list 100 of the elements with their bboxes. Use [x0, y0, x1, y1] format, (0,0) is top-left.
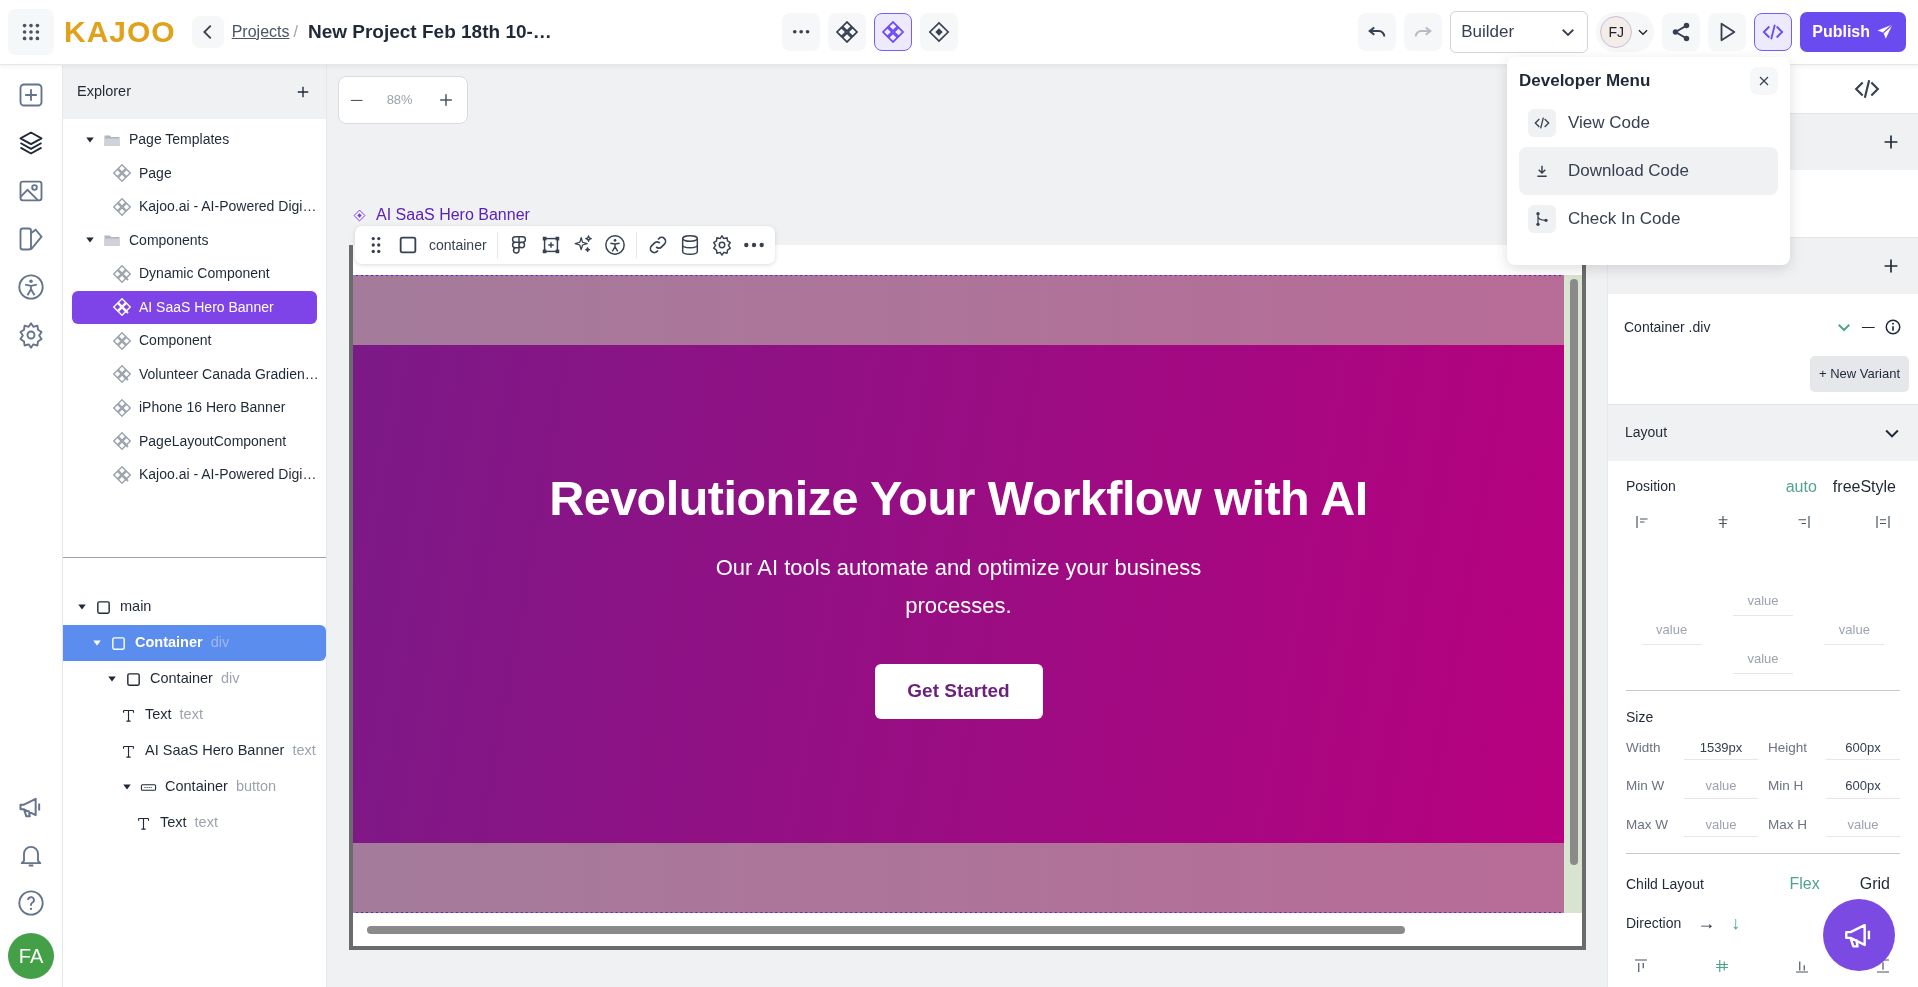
settings-icon[interactable]	[710, 234, 733, 256]
hero-headline: Revolutionize Your Workflow with AI	[549, 470, 1368, 527]
section-label: Size	[1626, 707, 1655, 727]
offset-input[interactable]: value	[1733, 644, 1793, 674]
field-label: Height	[1768, 738, 1809, 757]
mode-select[interactable]: Builder	[1450, 11, 1589, 53]
component-view-button[interactable]	[873, 13, 912, 51]
panel-title: Explorer	[77, 82, 131, 102]
size-input[interactable]: value	[1684, 774, 1758, 799]
tree-item[interactable]: Volunteer Canada Gradien…	[63, 357, 326, 391]
zoom-level: 88%	[386, 91, 413, 110]
box-layer-icon	[95, 598, 112, 616]
tree-item[interactable]: Page Templates	[63, 123, 326, 157]
scrollbar[interactable]	[367, 926, 1405, 934]
layer-item[interactable]: main	[63, 589, 326, 625]
element-type-label: container	[429, 235, 487, 255]
scrollbar[interactable]	[1570, 279, 1578, 865]
branch-icon	[1534, 211, 1550, 227]
collapse-caret-icon[interactable]	[107, 674, 117, 684]
container-icon	[397, 234, 419, 256]
minus-icon	[350, 99, 364, 101]
collapse-caret-icon[interactable]	[77, 602, 87, 612]
size-input[interactable]: 1539px	[1684, 735, 1758, 760]
layer-item[interactable]: Text text	[63, 805, 326, 841]
layer-item[interactable]: AI SaaS Hero Banner text	[63, 733, 326, 769]
instance-view-button[interactable]	[919, 13, 958, 51]
help-icon[interactable]	[17, 889, 45, 917]
add-element-icon[interactable]	[17, 81, 45, 109]
hero-subtitle: Our AI tools automate and optimize your business processes.	[714, 554, 1203, 620]
tree-item[interactable]: Kajoo.ai - AI-Powered Digi…	[63, 458, 326, 492]
get-started-button[interactable]: Get Started	[874, 664, 1043, 719]
direction-toggle[interactable]: →	[1697, 910, 1716, 937]
back-button[interactable]	[191, 16, 224, 48]
component-icon	[835, 21, 858, 43]
more-icon	[791, 29, 810, 35]
tree-item[interactable]: AI SaaS Hero Banner	[72, 290, 317, 324]
field-label: Width	[1626, 738, 1662, 757]
menu-title: Developer Menu	[1519, 70, 1651, 93]
field-label: Position	[1626, 477, 1676, 496]
close-button[interactable]	[1750, 67, 1778, 95]
layer-item[interactable]: Text text	[63, 697, 326, 733]
theme-icon[interactable]	[17, 225, 45, 253]
component-icon-button[interactable]	[827, 13, 866, 51]
tree-item[interactable]: Components	[63, 223, 326, 257]
component-icon	[113, 398, 131, 417]
section-header[interactable]: Layout	[1608, 403, 1918, 461]
tree-item[interactable]: Component	[63, 324, 326, 358]
breadcrumb-link[interactable]: Projects	[231, 20, 290, 44]
offset-input[interactable]: value	[1733, 586, 1793, 616]
undo-button[interactable]	[1358, 13, 1397, 51]
new-variant-button[interactable]: + New Variant	[1809, 356, 1909, 392]
tree-item[interactable]: PageLayoutComponent	[63, 424, 326, 458]
option-toggle[interactable]: freeStyle	[1832, 474, 1896, 499]
align-icon[interactable]	[1632, 957, 1650, 975]
component-icon	[353, 208, 366, 222]
tree-item[interactable]: iPhone 16 Hero Banner	[63, 391, 326, 425]
diamond-icon	[927, 21, 950, 43]
menu-item[interactable]: View Code	[1519, 99, 1778, 147]
field-label: Min W	[1626, 777, 1666, 796]
layer-item[interactable]: Container div	[63, 661, 326, 697]
project-title: New Project Feb 18th 10-…	[307, 19, 552, 44]
layers-icon[interactable]	[17, 129, 45, 157]
code-button[interactable]	[1754, 13, 1793, 51]
field-label: Max W	[1626, 815, 1669, 834]
offset-input[interactable]: value	[1641, 615, 1702, 645]
tree-item[interactable]: Kajoo.ai - AI-Powered Digi…	[63, 190, 326, 224]
size-input[interactable]: value	[1684, 812, 1758, 837]
download-icon	[1534, 163, 1550, 179]
component-label: AI SaaS Hero Banner	[376, 205, 530, 225]
box-layer-icon	[110, 634, 127, 652]
layer-item[interactable]: Container button	[63, 769, 326, 805]
info-icon[interactable]	[1884, 318, 1902, 336]
variant-name: Container .div	[1624, 317, 1711, 337]
preview-button[interactable]	[1708, 13, 1747, 51]
user-menu-button[interactable]: FJ	[1596, 12, 1655, 52]
tree-item[interactable]: Dynamic Component	[63, 257, 326, 291]
menu-item[interactable]: Check In Code	[1519, 195, 1778, 243]
share-button[interactable]	[1662, 13, 1701, 51]
collapse-caret-icon[interactable]	[122, 782, 132, 792]
option-toggle[interactable]: Grid	[1859, 872, 1890, 896]
accessibility-icon[interactable]	[17, 273, 45, 301]
field-label: Min H	[1768, 777, 1805, 796]
component-icon	[113, 164, 131, 183]
tree-item[interactable]: Page	[63, 156, 326, 190]
size-input[interactable]: value	[1826, 812, 1900, 837]
size-input[interactable]: 600px	[1826, 735, 1900, 760]
menu-item[interactable]: Download Code	[1519, 147, 1778, 195]
apps-menu-button[interactable]	[8, 9, 54, 55]
component-icon	[881, 21, 904, 43]
offset-input[interactable]: value	[1824, 615, 1885, 645]
size-input[interactable]: 600px	[1826, 774, 1900, 799]
field-label: Child Layout	[1626, 874, 1704, 894]
component-icon	[113, 331, 131, 350]
settings-icon[interactable]	[17, 321, 45, 349]
breadcrumb-separator: /	[293, 22, 298, 42]
accessibility-icon[interactable]	[603, 234, 626, 256]
field-label: Direction	[1626, 914, 1682, 933]
logo: KAJOO	[64, 17, 176, 47]
publish-button[interactable]: Publish	[1800, 12, 1906, 52]
code-icon	[1534, 115, 1550, 131]
